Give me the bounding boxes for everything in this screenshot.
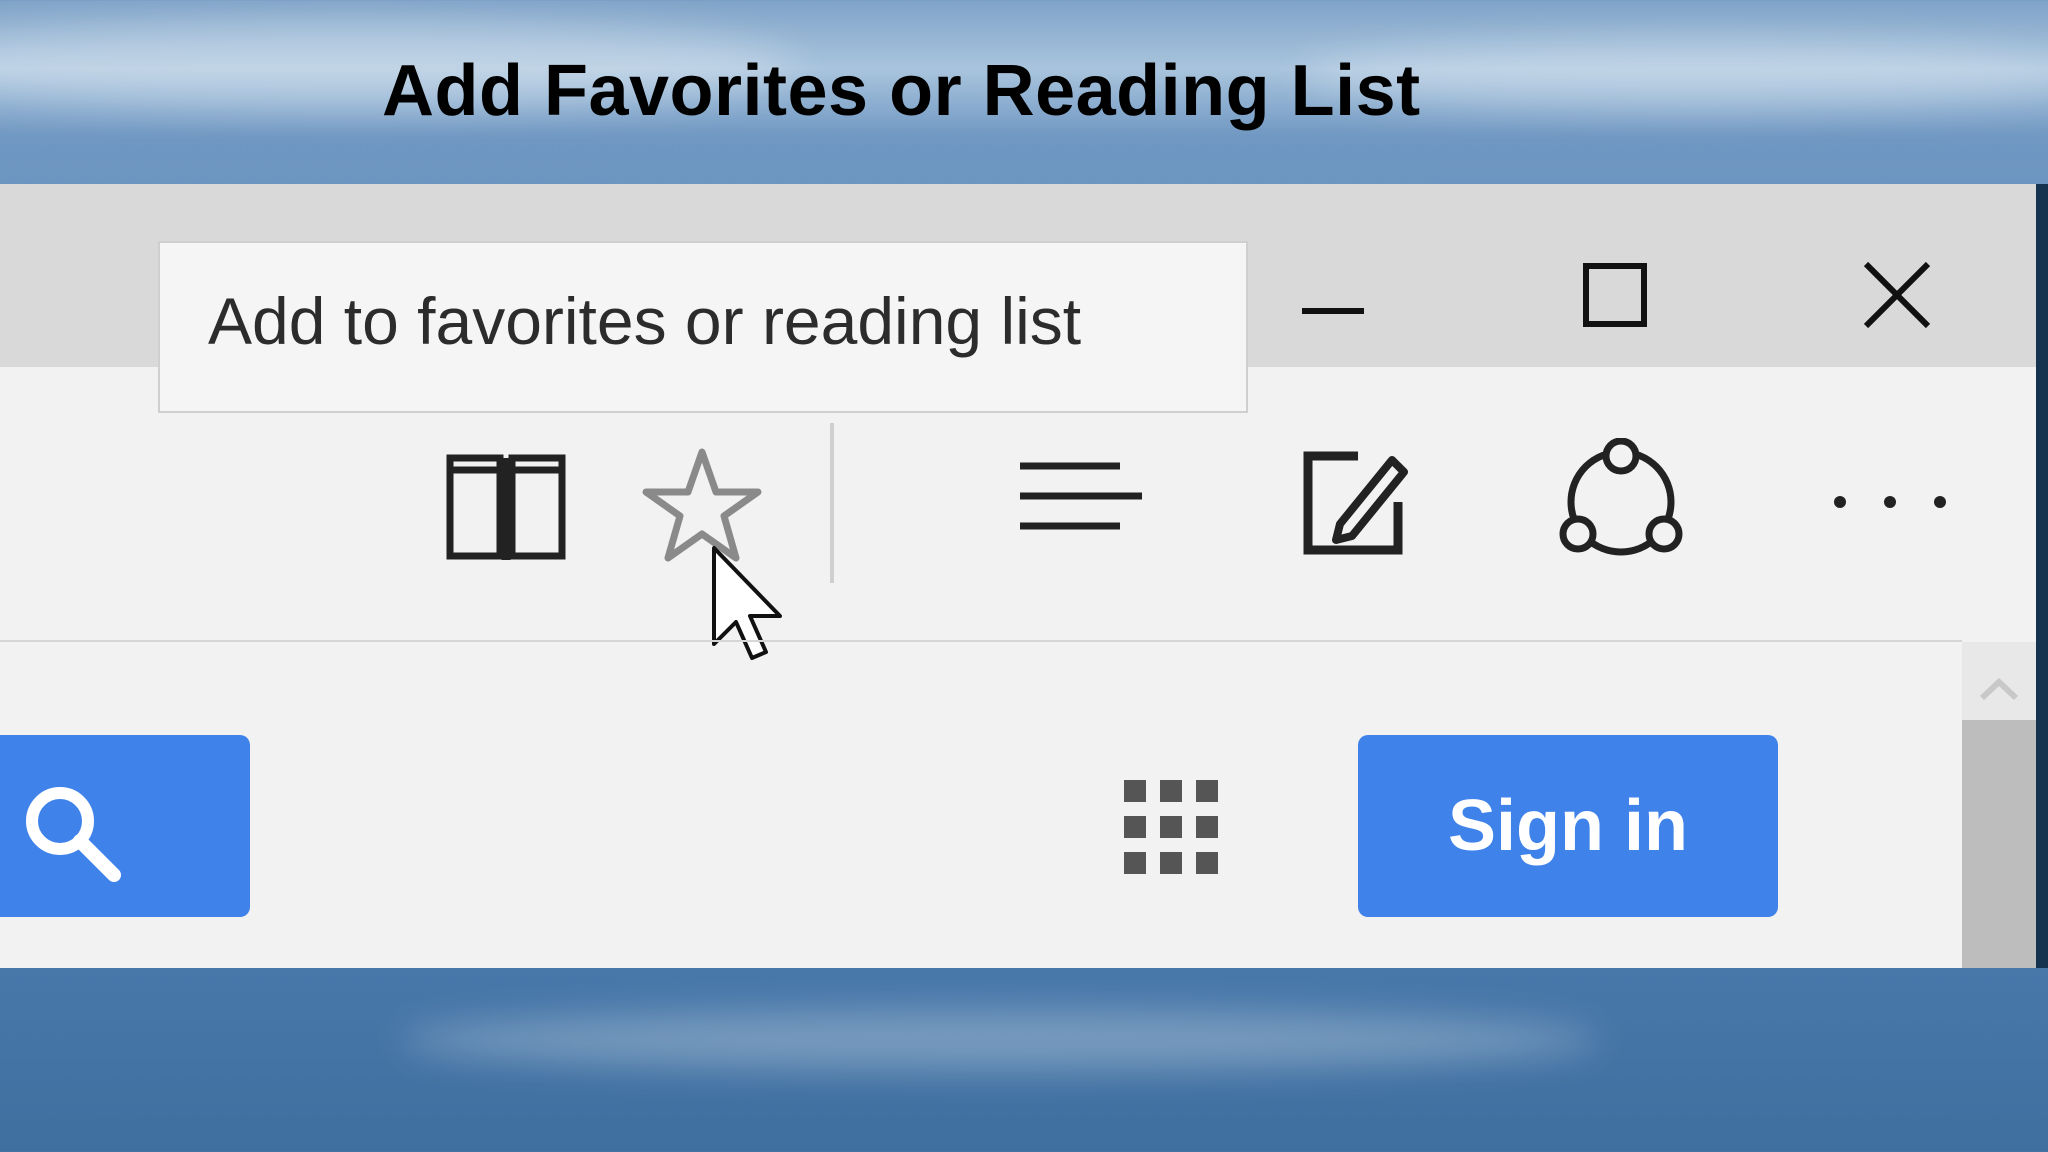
toolbar-divider: [830, 423, 834, 583]
web-note-button[interactable]: [1300, 446, 1410, 560]
toolbar-bottom-border: [0, 640, 1962, 642]
apps-grid-button[interactable]: [1120, 776, 1224, 880]
scroll-up-arrow-icon[interactable]: [1962, 660, 2036, 720]
hub-button[interactable]: [1010, 452, 1150, 552]
close-button[interactable]: [1830, 224, 1960, 334]
maximize-icon: [1583, 263, 1647, 327]
hub-icon: [1020, 462, 1142, 530]
apps-grid-icon: [1124, 780, 1218, 874]
share-icon: [1559, 437, 1683, 556]
tooltip-text: Add to favorites or reading list: [208, 284, 1082, 358]
close-icon: [1863, 261, 1931, 329]
more-icon: [1834, 496, 1946, 508]
maximize-button[interactable]: [1550, 224, 1680, 334]
cursor-arrow-icon: [712, 546, 782, 660]
minimize-button[interactable]: [1266, 224, 1396, 334]
mouse-cursor: [706, 544, 786, 664]
more-button[interactable]: [1820, 470, 1960, 530]
tooltip: Add to favorites or reading list: [158, 241, 1248, 413]
web-note-icon: [1303, 451, 1408, 555]
slide-title: Add Favorites or Reading List: [382, 51, 1421, 131]
vertical-scrollbar[interactable]: [1962, 642, 2036, 968]
reading-view-button[interactable]: [436, 448, 576, 568]
search-icon: [26, 787, 121, 882]
share-button[interactable]: [1556, 437, 1686, 568]
background-cloud: [400, 1010, 1600, 1070]
reading-view-icon: [446, 454, 566, 560]
sign-in-button[interactable]: Sign in: [1358, 735, 1778, 917]
window-edge: [2036, 184, 2048, 968]
minimize-icon: [1302, 308, 1364, 314]
search-button[interactable]: [0, 735, 250, 917]
scrollbar-thumb[interactable]: [1962, 720, 2036, 968]
